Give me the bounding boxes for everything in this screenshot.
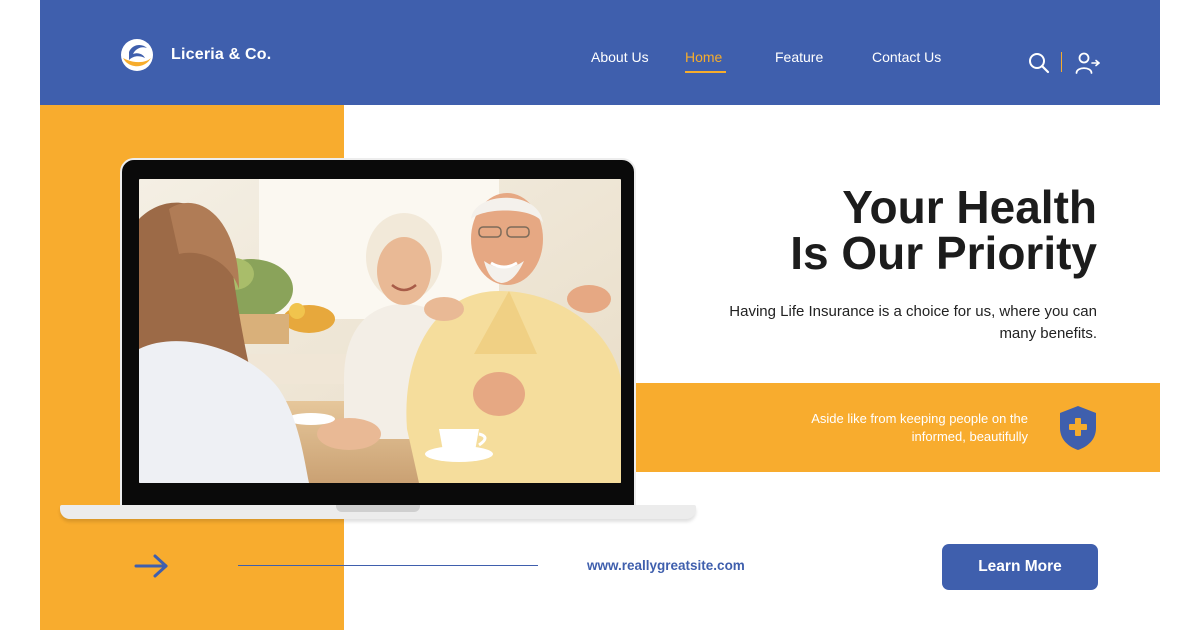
shield-plus-icon bbox=[1060, 406, 1096, 450]
laptop-screen bbox=[120, 158, 636, 507]
top-nav-bar: Liceria & Co. About Us Home Feature Cont… bbox=[40, 0, 1160, 105]
footer-divider-line bbox=[238, 565, 538, 566]
page-frame: Liceria & Co. About Us Home Feature Cont… bbox=[40, 0, 1160, 630]
arrow-right-icon[interactable] bbox=[134, 553, 170, 579]
elderly-couple-consultation-photo bbox=[139, 179, 621, 483]
hero-title: Your Health Is Our Priority bbox=[790, 184, 1097, 276]
laptop-notch bbox=[336, 505, 420, 512]
nav-about-us[interactable]: About Us bbox=[591, 49, 649, 65]
nav-home[interactable]: Home bbox=[685, 49, 722, 65]
learn-more-button[interactable]: Learn More bbox=[942, 544, 1098, 590]
wing-swoosh-logo[interactable] bbox=[120, 38, 154, 72]
brand-name[interactable]: Liceria & Co. bbox=[171, 46, 271, 64]
nav-feature[interactable]: Feature bbox=[775, 49, 823, 65]
active-nav-underline bbox=[685, 71, 726, 73]
hero-subtitle: Having Life Insurance is a choice for us… bbox=[729, 303, 1097, 342]
nav-contact-us[interactable]: Contact Us bbox=[872, 49, 941, 65]
search-icon[interactable] bbox=[1028, 52, 1050, 74]
website-link[interactable]: www.reallygreatsite.com bbox=[587, 558, 745, 573]
hero-title-line1: Your Health bbox=[842, 181, 1097, 233]
user-login-icon[interactable] bbox=[1075, 51, 1101, 75]
hero-title-line2: Is Our Priority bbox=[790, 227, 1097, 279]
header-divider bbox=[1061, 52, 1062, 72]
info-band-text: Aside like from keeping people on the in… bbox=[811, 411, 1028, 444]
